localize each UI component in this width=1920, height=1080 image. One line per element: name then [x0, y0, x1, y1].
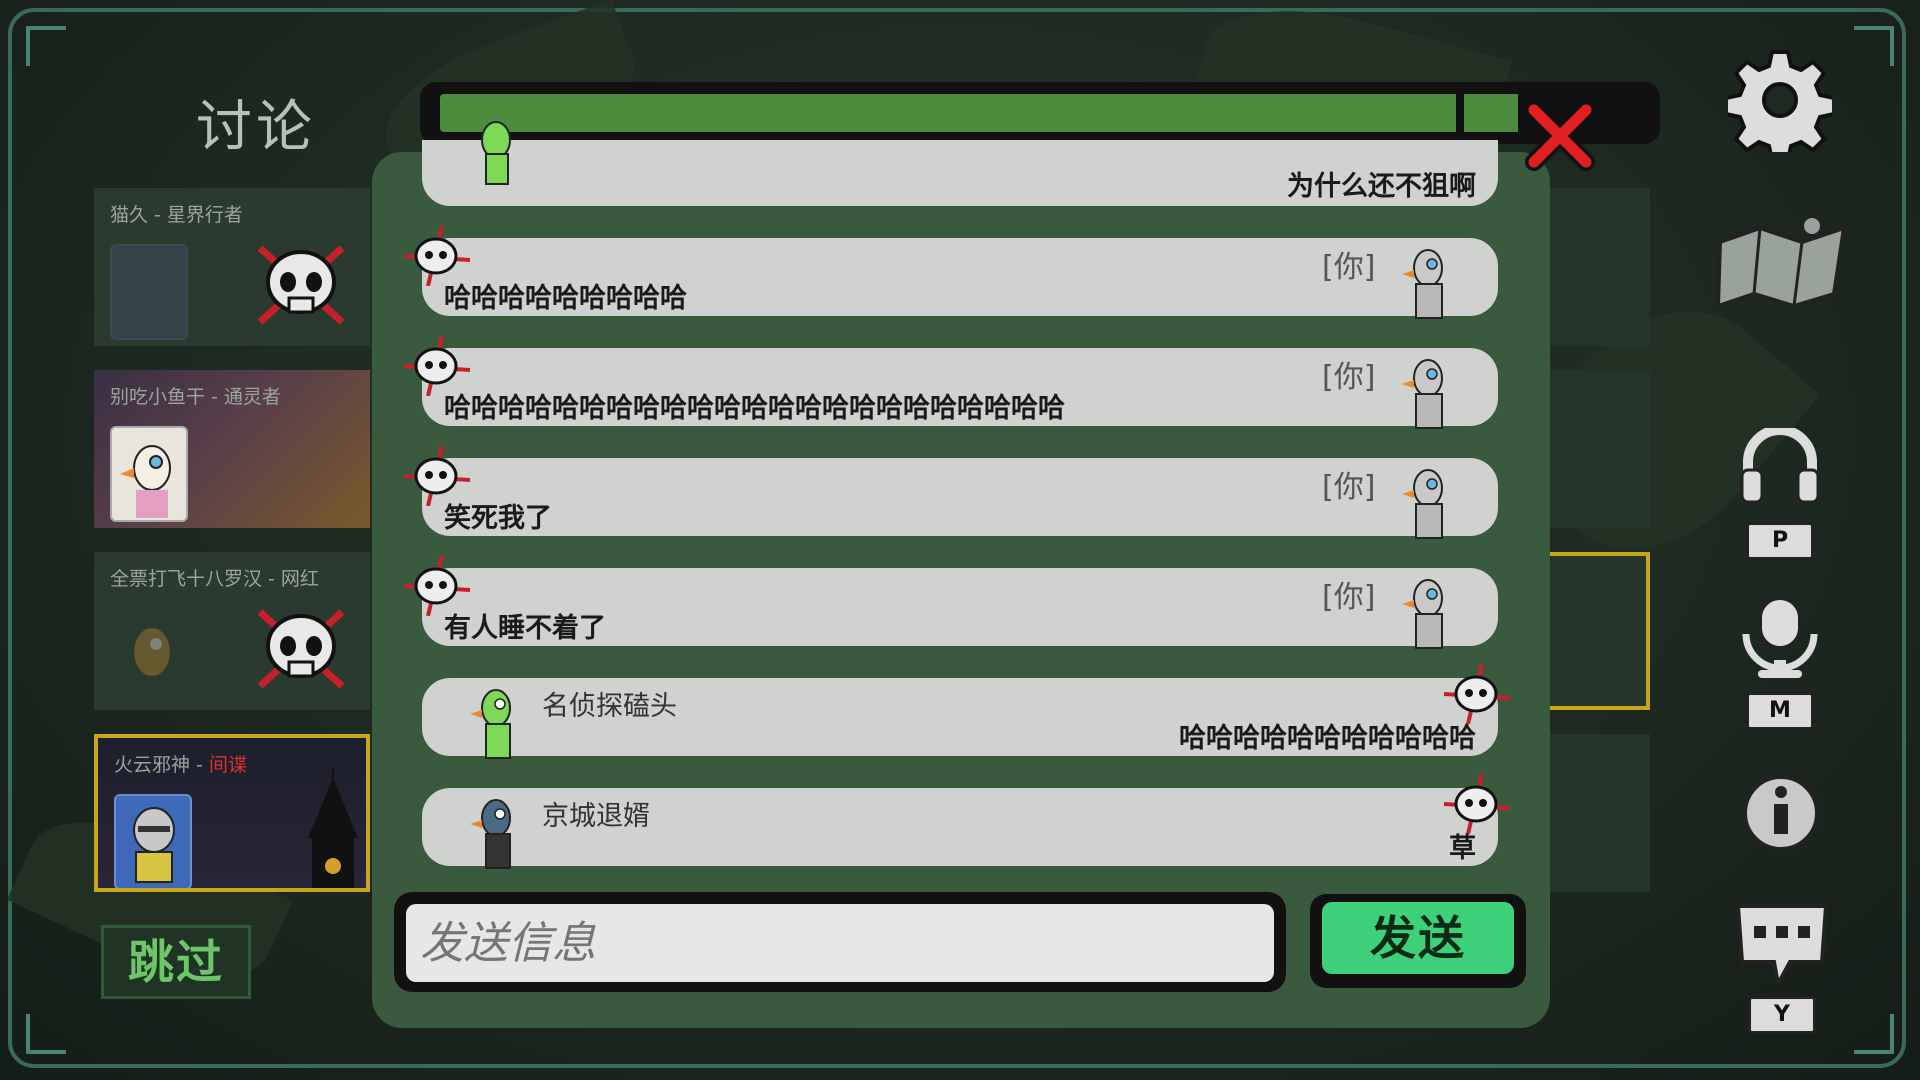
- dead-skull-icon: [257, 245, 345, 325]
- chat-hotkey: Y: [1748, 996, 1816, 1034]
- player-card-right[interactable]: [1546, 188, 1650, 346]
- castle-icon: [308, 768, 358, 888]
- skip-button[interactable]: 跳过: [101, 925, 251, 999]
- headphones-icon[interactable]: [1738, 428, 1822, 504]
- player-name: 别吃小鱼干 - 通灵者: [110, 386, 281, 408]
- chat-message-self: [你] 有人睡不着了: [403, 556, 1498, 649]
- microphone-hotkey: M: [1746, 692, 1814, 730]
- chat-bubble-icon[interactable]: [1734, 900, 1830, 986]
- player-card-right[interactable]: [1546, 734, 1650, 892]
- player-card-right-selected[interactable]: [1546, 552, 1650, 710]
- message-input[interactable]: [406, 904, 1274, 982]
- dark-duck-avatar-icon: [470, 799, 511, 869]
- ghost-icon: [1443, 664, 1511, 724]
- player-avatar-card: [110, 426, 188, 522]
- player-name: 猫久 - 星界行者: [110, 204, 243, 226]
- message-text: 哈哈哈哈哈哈哈哈哈: [444, 283, 687, 314]
- green-duck-avatar-icon: [470, 689, 511, 759]
- chat-message: 为什么还不狙啊: [422, 121, 1498, 206]
- frame-corner: [26, 26, 66, 66]
- chat-message-other: 京城退婿 草: [422, 774, 1511, 869]
- map-icon[interactable]: [1714, 208, 1850, 316]
- message-text: 哈哈哈哈哈哈哈哈哈哈哈: [1179, 723, 1476, 754]
- knight-duck-icon: [133, 807, 175, 883]
- message-sender: 名侦探磕头: [542, 691, 677, 722]
- self-tag: [你]: [1322, 360, 1376, 395]
- message-sender: 京城退婿: [542, 801, 650, 832]
- gear-icon[interactable]: [1728, 48, 1832, 152]
- chat-message-self: [你] 笑死我了: [403, 446, 1498, 539]
- dead-skull-icon: [257, 609, 345, 689]
- player-avatar: [110, 608, 188, 704]
- player-name-prefix: 火云邪神 -: [114, 754, 209, 776]
- grey-duck-avatar-icon: [1402, 579, 1443, 649]
- page-title: 讨论: [196, 95, 316, 160]
- chat-message-self: [你] 哈哈哈哈哈哈哈哈哈: [403, 226, 1498, 319]
- self-tag: [你]: [1322, 470, 1376, 505]
- ghost-icon: [1443, 774, 1511, 834]
- microphone-icon[interactable]: [1738, 594, 1822, 680]
- player-card-selected[interactable]: 火云邪神 - 间谍: [94, 734, 370, 892]
- player-avatar: [114, 794, 192, 888]
- timer-bar-fill: [440, 94, 1510, 132]
- frame-corner: [1854, 1014, 1894, 1054]
- timer-bar-segment: [1456, 94, 1518, 132]
- frame-corner: [1854, 26, 1894, 66]
- message-text: 笑死我了: [444, 503, 552, 534]
- grey-duck-avatar-icon: [1402, 359, 1443, 429]
- headphones-hotkey: P: [1746, 522, 1814, 560]
- message-text: 为什么还不狙啊: [1287, 171, 1476, 202]
- grey-duck-avatar-icon: [1402, 249, 1443, 319]
- player-avatar: [110, 244, 188, 340]
- duck-icon: [134, 628, 170, 676]
- info-icon[interactable]: [1740, 772, 1822, 854]
- send-button[interactable]: 发送: [1322, 902, 1514, 974]
- message-text: 哈哈哈哈哈哈哈哈哈哈哈哈哈哈哈哈哈哈哈哈哈哈哈: [444, 393, 1065, 424]
- player-name: 全票打飞十八罗汉 - 网红: [110, 568, 319, 590]
- self-tag: [你]: [1322, 580, 1376, 615]
- player-card[interactable]: 猫久 - 星界行者: [94, 188, 370, 346]
- chat-message-other: 名侦探磕头 哈哈哈哈哈哈哈哈哈哈哈: [422, 664, 1511, 759]
- message-text: 有人睡不着了: [444, 613, 606, 644]
- player-name: 火云邪神 - 间谍: [114, 750, 247, 777]
- frame-corner: [26, 1014, 66, 1054]
- chat-message-self: [你] 哈哈哈哈哈哈哈哈哈哈哈哈哈哈哈哈哈哈哈哈哈哈哈: [403, 336, 1498, 429]
- message-text: 草: [1449, 833, 1476, 864]
- green-duck-avatar-icon: [481, 121, 511, 185]
- player-role: 间谍: [208, 754, 247, 776]
- self-tag: [你]: [1322, 250, 1376, 285]
- duck-icon: [120, 445, 171, 518]
- grey-duck-avatar-icon: [1402, 469, 1443, 539]
- player-card-right[interactable]: [1546, 370, 1650, 528]
- player-card[interactable]: 别吃小鱼干 - 通灵者: [94, 370, 370, 528]
- close-icon[interactable]: [1524, 100, 1596, 172]
- player-card[interactable]: 全票打飞十八罗汉 - 网红: [94, 552, 370, 710]
